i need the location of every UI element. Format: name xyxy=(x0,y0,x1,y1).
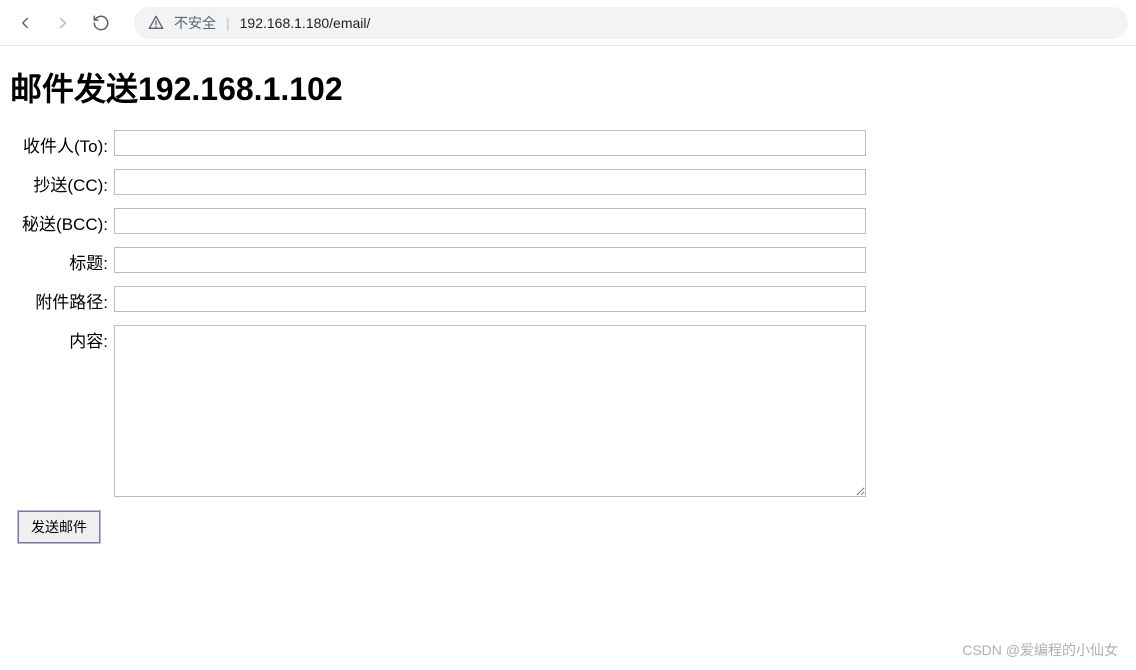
warning-icon xyxy=(148,15,164,31)
row-body: 内容: xyxy=(10,325,1126,497)
row-cc: 抄送(CC): xyxy=(10,169,1126,196)
browser-toolbar: 不安全 | 192.168.1.180/email/ xyxy=(0,0,1136,46)
send-button[interactable]: 发送邮件 xyxy=(18,511,100,543)
input-subject[interactable] xyxy=(114,247,866,273)
row-attachment: 附件路径: xyxy=(10,286,1126,313)
watermark: CSDN @爱编程的小仙女 xyxy=(962,640,1118,660)
input-to[interactable] xyxy=(114,130,866,156)
submit-row: 发送邮件 xyxy=(10,511,1126,543)
input-attachment[interactable] xyxy=(114,286,866,312)
label-to: 收件人(To): xyxy=(10,130,114,157)
forward-button[interactable] xyxy=(46,6,80,40)
label-subject: 标题: xyxy=(10,247,114,274)
page-title: 邮件发送192.168.1.102 xyxy=(10,64,1126,110)
divider: | xyxy=(226,15,230,31)
textarea-body[interactable] xyxy=(114,325,866,497)
page-content: 邮件发送192.168.1.102 收件人(To): 抄送(CC): 秘送(BC… xyxy=(0,46,1136,553)
input-cc[interactable] xyxy=(114,169,866,195)
security-label: 不安全 xyxy=(174,13,216,33)
input-bcc[interactable] xyxy=(114,208,866,234)
label-attachment: 附件路径: xyxy=(10,286,114,313)
url-text: 192.168.1.180/email/ xyxy=(240,15,371,31)
row-to: 收件人(To): xyxy=(10,130,1126,157)
row-subject: 标题: xyxy=(10,247,1126,274)
label-bcc: 秘送(BCC): xyxy=(10,208,114,235)
reload-button[interactable] xyxy=(84,6,118,40)
label-body: 内容: xyxy=(10,325,114,352)
label-cc: 抄送(CC): xyxy=(10,169,114,196)
address-bar[interactable]: 不安全 | 192.168.1.180/email/ xyxy=(134,7,1128,39)
back-button[interactable] xyxy=(8,6,42,40)
row-bcc: 秘送(BCC): xyxy=(10,208,1126,235)
